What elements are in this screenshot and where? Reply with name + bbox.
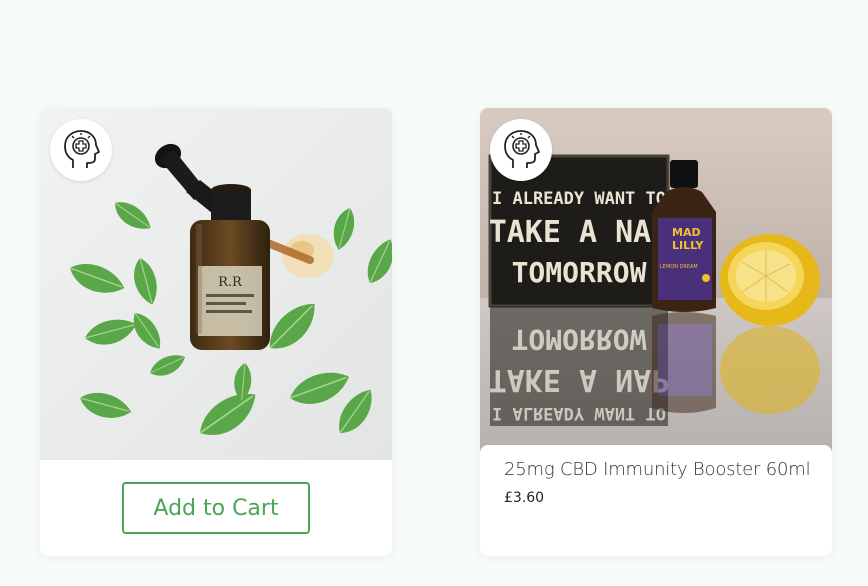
- svg-text:TOMORROW: TOMORROW: [512, 323, 647, 356]
- svg-text:TAKE A NAP: TAKE A NAP: [489, 362, 670, 397]
- svg-text:LILLY: LILLY: [672, 239, 704, 252]
- add-to-cart-button[interactable]: Add to Cart: [122, 482, 310, 534]
- svg-text:R.R: R.R: [218, 275, 243, 290]
- product-card-mint-tincture: R.R Add to Cart: [40, 108, 392, 556]
- mental-health-icon: [64, 130, 100, 168]
- product-card-immunity-booster: I ALREADY WANT TO TAKE A NAP TOMORROW TO…: [480, 108, 832, 556]
- svg-text:I ALREADY WANT TO: I ALREADY WANT TO: [492, 189, 666, 209]
- product-info: 25mg CBD Immunity Booster 60ml £3.60: [480, 445, 832, 556]
- svg-text:MAD: MAD: [672, 226, 701, 239]
- svg-text:LEMON DREAM: LEMON DREAM: [660, 264, 698, 270]
- svg-text:I ALREADY WANT TO: I ALREADY WANT TO: [492, 403, 666, 423]
- badge: [490, 119, 552, 181]
- svg-text:TOMORROW: TOMORROW: [512, 256, 647, 289]
- product-title[interactable]: 25mg CBD Immunity Booster 60ml: [504, 459, 824, 480]
- badge: [50, 119, 112, 181]
- mental-health-icon: [504, 130, 540, 168]
- svg-text:TAKE A NAP: TAKE A NAP: [489, 215, 670, 250]
- product-price: £3.60: [504, 490, 545, 506]
